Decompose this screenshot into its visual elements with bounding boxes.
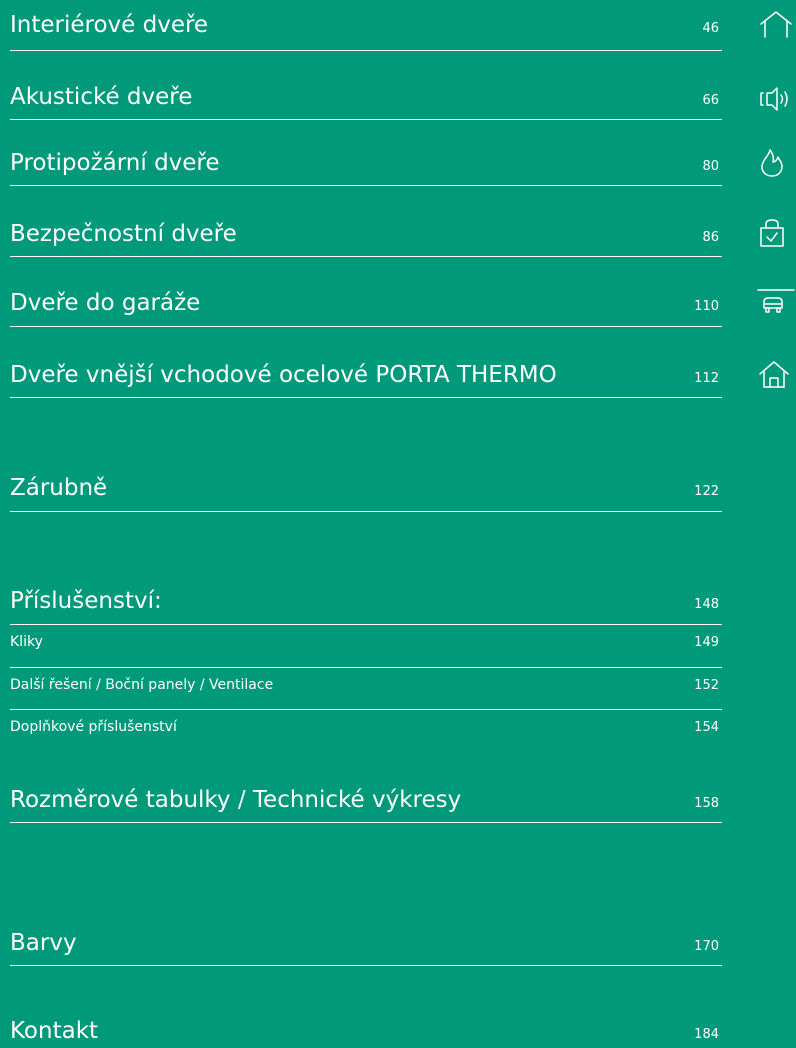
toc-label: Příslušenství: [10, 588, 162, 614]
lock-shield-icon [758, 218, 794, 248]
toc-subitem-extra-accessories[interactable]: Doplňkové příslušenství 154 [10, 719, 722, 749]
toc-label: Kliky [10, 634, 43, 650]
toc-item-colors[interactable]: Barvy 170 [10, 930, 722, 966]
toc-label: Interiérové dveře [10, 12, 209, 38]
toc-item-interior-doors[interactable]: Interiérové dveře 46 [10, 12, 722, 51]
toc-label: Kontakt [10, 1018, 99, 1044]
toc-label: Zárubně [10, 475, 108, 501]
toc-item-acoustic-doors[interactable]: Akustické dveře 66 [10, 84, 722, 120]
toc-item-exterior-doors[interactable]: Dveře vnější vchodové ocelové PORTA THER… [10, 362, 722, 398]
toc-page-number: 184 [694, 1027, 719, 1042]
toc-page-number: 86 [702, 230, 719, 245]
toc-page-number: 154 [694, 720, 719, 735]
toc-label: Doplňkové příslušenství [10, 719, 177, 735]
toc-page-number: 158 [694, 796, 719, 811]
toc-label: Barvy [10, 930, 77, 956]
toc-label: Dveře do garáže [10, 290, 201, 316]
toc-page-number: 80 [702, 159, 719, 174]
toc-item-security-doors[interactable]: Bezpečnostní dveře 86 [10, 221, 722, 257]
toc-item-dimension-tables[interactable]: Rozměrové tabulky / Technické výkresy 15… [10, 787, 722, 823]
toc-subitem-handles[interactable]: Kliky 149 [10, 634, 722, 668]
toc-page-number: 112 [694, 371, 719, 386]
toc-label: Protipožární dveře [10, 150, 220, 176]
toc-item-garage-doors[interactable]: Dveře do garáže 110 [10, 290, 722, 327]
toc-page-number: 66 [702, 93, 719, 108]
toc-label: Bezpečnostní dveře [10, 221, 237, 247]
toc-label: Rozměrové tabulky / Technické výkresy [10, 787, 462, 813]
toc-page-number: 152 [694, 678, 719, 693]
toc-label: Další řešení / Boční panely / Ventilace [10, 677, 274, 693]
toc-subitem-other-solutions[interactable]: Další řešení / Boční panely / Ventilace … [10, 677, 722, 710]
garage-car-icon [757, 288, 795, 318]
toc-label: Akustické dveře [10, 84, 193, 110]
toc-page-number: 170 [694, 939, 719, 954]
toc-item-accessories[interactable]: Příslušenství: 148 [10, 588, 722, 625]
toc-item-frames[interactable]: Zárubně 122 [10, 475, 722, 512]
toc-label: Dveře vnější vchodové ocelové PORTA THER… [10, 362, 557, 388]
flame-icon [758, 148, 794, 178]
toc-item-fire-doors[interactable]: Protipožární dveře 80 [10, 150, 722, 186]
toc-page-number: 122 [694, 484, 719, 499]
toc-page-number: 148 [694, 597, 719, 612]
house-outline-icon [758, 10, 794, 40]
toc-page-number: 46 [702, 21, 719, 36]
toc-page-number: 149 [694, 635, 719, 650]
toc-page-number: 110 [694, 299, 719, 314]
home-door-icon [758, 360, 794, 390]
speaker-sound-icon [758, 84, 794, 114]
